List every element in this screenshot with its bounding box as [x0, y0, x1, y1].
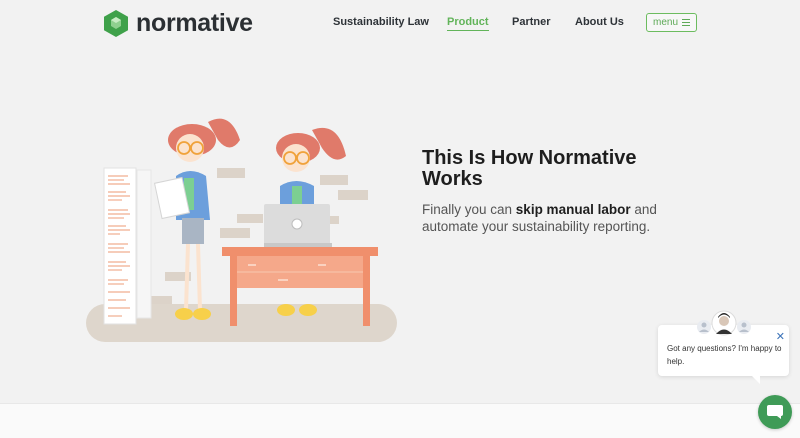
logo-hexagon-icon: [104, 10, 128, 37]
support-avatars: [697, 310, 751, 336]
avatar-left-icon: [697, 320, 711, 334]
chat-bubble-icon: [767, 405, 783, 419]
nav-link-partner[interactable]: Partner: [512, 16, 551, 28]
top-navigation: normative Sustainability Law Product Par…: [0, 0, 800, 46]
hamburger-icon: [682, 18, 690, 28]
chat-message: Got any questions? I'm happy to help.: [667, 344, 782, 366]
hero-illustration: [86, 118, 397, 342]
hero-title: This Is How Normative Works: [422, 147, 637, 190]
avatar-right-icon: [737, 320, 751, 334]
nav-link-product[interactable]: Product: [447, 16, 489, 31]
chat-launcher-button[interactable]: [758, 395, 792, 429]
hero-subtitle: Finally you can skip manual labor and au…: [422, 201, 672, 235]
nav-link-about-us[interactable]: About Us: [575, 16, 624, 28]
menu-button[interactable]: menu: [646, 13, 697, 32]
brand-name: normative: [136, 9, 253, 37]
nav-link-sustainability-law[interactable]: Sustainability Law: [333, 16, 429, 28]
menu-label: menu: [652, 17, 678, 28]
chat-popup-tail: [752, 376, 760, 384]
brand-logo[interactable]: normative: [104, 9, 253, 38]
hero-subtitle-emphasis: skip manual labor: [515, 202, 631, 217]
hero-subtitle-start: Finally you can: [422, 202, 516, 217]
next-section-band: [0, 403, 800, 438]
agent-avatar-icon: [711, 310, 737, 336]
